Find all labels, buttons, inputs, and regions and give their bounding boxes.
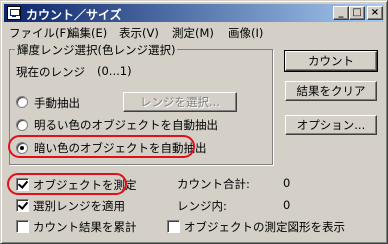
close-button[interactable]: × [367, 6, 383, 20]
menu-measure[interactable]: 測定(M) [172, 25, 214, 41]
minimize-button[interactable]: _ [333, 6, 349, 20]
menu-bar: ファイル(F) 編集(E) 表示(V) 測定(M) 画像(I) [4, 23, 384, 41]
count-size-window: カウント／サイズ _ □ × ファイル(F) 編集(E) 表示(V) 測定(M)… [0, 0, 388, 244]
clear-results-button[interactable]: 結果をクリア [285, 81, 377, 101]
menu-edit[interactable]: 編集(E) [68, 25, 107, 41]
maximize-button[interactable]: □ [349, 6, 365, 20]
manual-extract-label[interactable]: 手動抽出 [34, 95, 80, 111]
display-object-outlines-checkbox[interactable] [167, 220, 180, 233]
display-object-outlines-label[interactable]: オブジェクトの測定図形を表示 [184, 219, 345, 235]
measure-objects-highlight [7, 173, 127, 195]
in-range-value: 0 [283, 198, 291, 212]
select-range-button[interactable]: レンジを選択... [123, 92, 237, 112]
title-bar[interactable]: カウント／サイズ _ □ × [4, 4, 384, 22]
count-button[interactable]: カウント [284, 50, 378, 72]
manual-extract-radio[interactable] [16, 96, 28, 108]
total-count-label: カウント合計: [177, 177, 250, 191]
apply-filter-ranges-checkbox[interactable] [16, 199, 29, 212]
bright-auto-extract-radio[interactable] [16, 119, 28, 131]
total-count-value: 0 [283, 176, 291, 190]
window-title: カウント／サイズ [26, 8, 122, 22]
app-icon [7, 6, 21, 20]
current-range-label: 現在のレンジ [16, 65, 85, 79]
apply-filter-ranges-label[interactable]: 選別レンジを適用 [33, 198, 125, 214]
options-button[interactable]: オプション... [285, 115, 377, 135]
menu-file[interactable]: ファイル(F) [9, 25, 71, 41]
current-range-value: (0...1) [97, 64, 132, 78]
in-range-label: レンジ内: [177, 199, 227, 213]
menu-view[interactable]: 表示(V) [119, 25, 159, 41]
accumulate-count-checkbox[interactable] [16, 220, 29, 233]
menu-image[interactable]: 画像(I) [228, 25, 263, 41]
dark-auto-extract-highlight [8, 135, 195, 158]
range-selection-group-label: 輝度レンジ選択(色レンジ選択) [15, 42, 178, 58]
bright-auto-extract-label[interactable]: 明るい色のオブジェクトを自動抽出 [34, 117, 218, 133]
accumulate-count-label[interactable]: カウント結果を累計 [33, 219, 137, 235]
